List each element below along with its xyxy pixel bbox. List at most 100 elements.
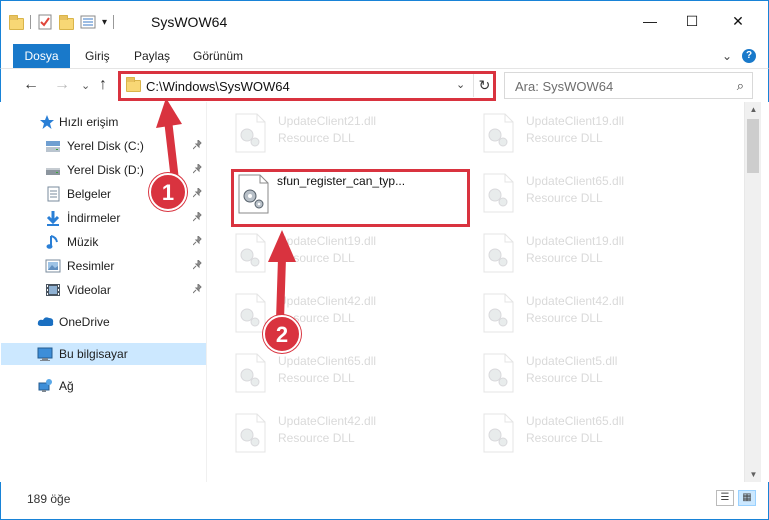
annotation-badge-2: 2 [263, 315, 301, 353]
tab-share[interactable]: Paylaş [134, 44, 170, 68]
pin-icon[interactable] [192, 210, 203, 225]
file-item[interactable]: UpdateClient65.dll Resource DLL [481, 410, 717, 460]
scroll-down-button[interactable]: ▼ [745, 467, 762, 482]
scroll-thumb[interactable] [747, 119, 759, 173]
file-name: UpdateClient42.dll [278, 294, 377, 308]
expand-ribbon-icon[interactable]: ⌄ [722, 49, 732, 63]
sidebar-item-label: Müzik [67, 235, 99, 249]
file-type: Resource DLL [278, 131, 355, 145]
close-button[interactable]: ✕ [730, 13, 746, 29]
file-name: UpdateClient65.dll [526, 174, 625, 188]
file-type: Resource DLL [278, 431, 355, 445]
search-placeholder: Ara: SysWOW64 [515, 79, 614, 94]
pin-icon[interactable] [192, 138, 203, 153]
file-item[interactable]: UpdateClient19.dll Resource DLL [481, 230, 717, 280]
toolbar-separator [30, 15, 31, 29]
maximize-button[interactable]: ☐ [684, 13, 700, 29]
file-name: UpdateClient42.dll [526, 294, 625, 308]
file-item[interactable]: UpdateClient19.dll Resource DLL [233, 230, 469, 280]
star-icon [39, 114, 55, 130]
network-icon [37, 378, 53, 394]
sidebar-item-downloads[interactable]: İndirmeler [1, 207, 206, 229]
help-icon[interactable]: ? [742, 49, 756, 63]
tab-home[interactable]: Giriş [85, 44, 110, 68]
back-button[interactable]: ← [23, 76, 39, 94]
recent-locations-button[interactable]: ⌄ [81, 77, 90, 95]
minimize-button[interactable]: — [642, 13, 658, 29]
toolbar-separator [113, 15, 115, 29]
tab-file[interactable]: Dosya [13, 44, 70, 68]
sidebar-item-quick-access[interactable]: Hızlı erişim [1, 111, 206, 133]
sidebar-item-label: OneDrive [59, 315, 110, 329]
properties-icon[interactable] [37, 14, 53, 30]
file-type: Resource DLL [526, 251, 603, 265]
customize-toolbar-dropdown[interactable]: ▾ [102, 17, 107, 28]
sidebar-item-label: Resimler [67, 259, 115, 273]
file-name: UpdateClient65.dll [278, 354, 377, 368]
search-input[interactable]: Ara: SysWOW64 ⌕ [504, 72, 753, 99]
dll-file-icon [481, 113, 515, 153]
pin-icon[interactable] [192, 186, 203, 201]
file-name: UpdateClient5.dll [526, 354, 618, 368]
file-name: UpdateClient19.dll [526, 114, 625, 128]
new-folder-icon[interactable] [59, 14, 74, 30]
item-count: 189 öğe [27, 492, 71, 506]
sidebar-item-onedrive[interactable]: OneDrive [1, 311, 206, 333]
file-item[interactable]: UpdateClient5.dll Resource DLL [481, 350, 717, 400]
details-view-button[interactable]: ☰ [716, 490, 734, 506]
music-icon [45, 234, 61, 250]
annotation-badge-1: 1 [149, 173, 187, 211]
dll-file-icon [233, 353, 267, 393]
pin-icon[interactable] [192, 258, 203, 273]
download-icon [45, 210, 61, 226]
pin-icon[interactable] [192, 234, 203, 249]
sidebar-item-music[interactable]: Müzik [1, 231, 206, 253]
tab-view[interactable]: Görünüm [193, 44, 243, 68]
scroll-up-button[interactable]: ▲ [745, 102, 762, 117]
file-item[interactable]: UpdateClient42.dll Resource DLL [481, 290, 717, 340]
file-item[interactable]: UpdateClient21.dll Resource DLL [233, 110, 469, 160]
quick-access-toolbar: ▾ [9, 13, 115, 31]
sidebar-item-label: Bu bilgisayar [59, 347, 128, 361]
file-type: Resource DLL [526, 311, 603, 325]
file-type: Resource DLL [278, 251, 355, 265]
title-bar: ▾ SysWOW64 — ☐ ✕ [0, 0, 769, 42]
address-bar-highlight [118, 71, 496, 101]
sidebar-item-local-disk-c[interactable]: Yerel Disk (C:) [1, 135, 206, 157]
tiles-view-button[interactable]: ▦ [738, 490, 756, 506]
navigation-pane: Hızlı erişim Yerel Disk (C:) Yerel Disk … [1, 102, 207, 482]
forward-button[interactable]: → [54, 76, 70, 94]
document-icon [45, 186, 61, 202]
file-name: UpdateClient19.dll [526, 234, 625, 248]
file-item[interactable]: UpdateClient19.dll Resource DLL [481, 110, 717, 160]
drive-icon [45, 139, 61, 155]
sidebar-item-label: Belgeler [67, 187, 112, 201]
dll-file-icon [481, 293, 515, 333]
sidebar-item-label: Hızlı erişim [59, 115, 119, 129]
file-item[interactable]: UpdateClient65.dll Resource DLL [481, 170, 717, 220]
sidebar-item-network[interactable]: Ağ [1, 375, 206, 397]
sidebar-item-label: Yerel Disk (D:) [67, 163, 144, 177]
sidebar-item-videos[interactable]: Videolar [1, 279, 206, 301]
sidebar-item-pictures[interactable]: Resimler [1, 255, 206, 277]
file-type: Resource DLL [526, 131, 603, 145]
file-type: Resource DLL [526, 431, 603, 445]
pin-icon[interactable] [192, 162, 203, 177]
dll-file-icon [481, 173, 515, 213]
search-icon[interactable]: ⌕ [737, 78, 744, 94]
file-name: UpdateClient42.dll [278, 414, 377, 428]
vertical-scrollbar[interactable]: ▲ ▼ [744, 102, 761, 482]
file-type: Resource DLL [526, 371, 603, 385]
file-item[interactable]: UpdateClient65.dll Resource DLL [233, 350, 469, 400]
file-type: Resource DLL [278, 371, 355, 385]
sidebar-item-this-pc[interactable]: Bu bilgisayar [1, 343, 206, 365]
window-title: SysWOW64 [151, 14, 228, 30]
file-highlight [231, 169, 470, 227]
dll-file-icon [481, 413, 515, 453]
file-item[interactable]: UpdateClient42.dll Resource DLL [233, 410, 469, 460]
file-name: UpdateClient19.dll [278, 234, 377, 248]
up-button[interactable]: ↑ [99, 76, 107, 94]
pin-icon[interactable] [192, 282, 203, 297]
view-list-icon[interactable] [80, 14, 96, 30]
computer-icon [37, 346, 53, 362]
